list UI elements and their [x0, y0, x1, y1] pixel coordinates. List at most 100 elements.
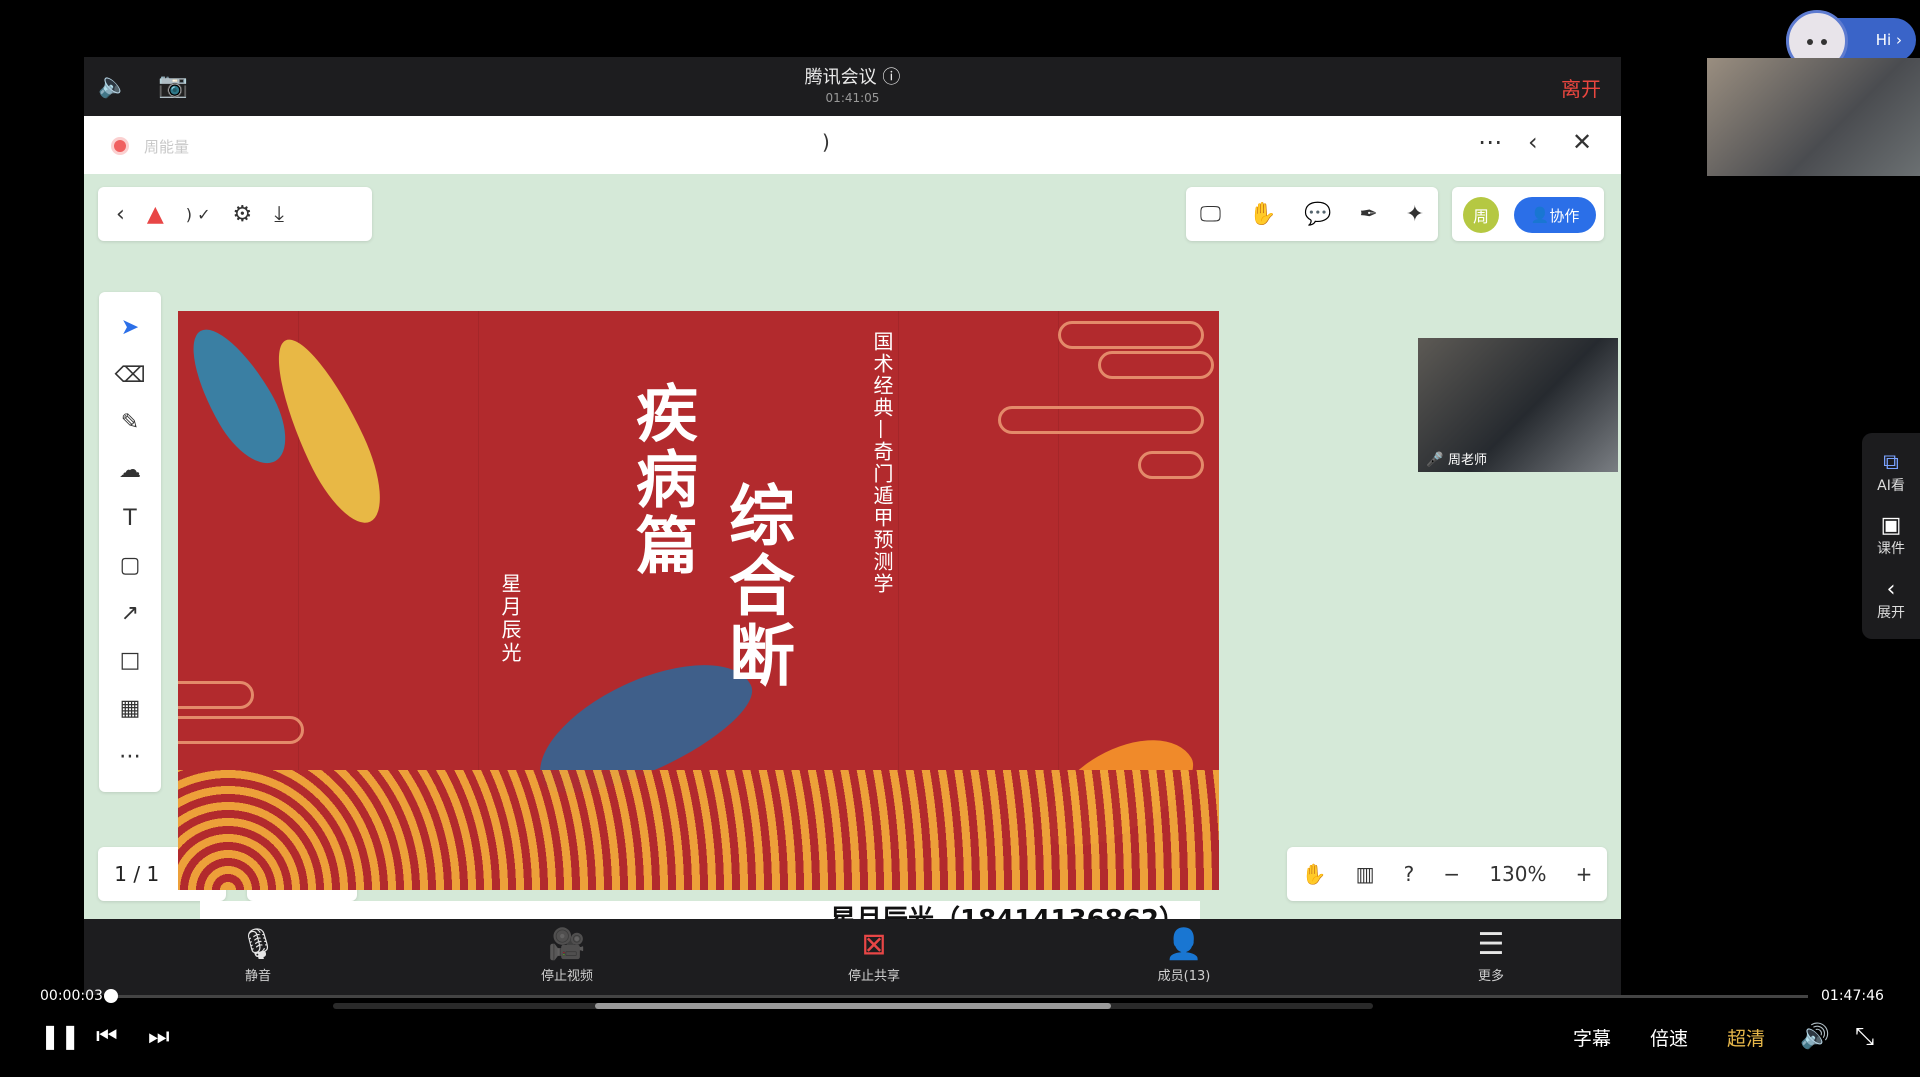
zoom-level: 130% — [1489, 862, 1547, 886]
mute-button[interactable]: 🎙 静音 — [198, 925, 318, 984]
chevron-left-icon[interactable]: ‹ — [1528, 128, 1538, 156]
arrow-tool-icon[interactable]: ↗ — [121, 601, 139, 626]
present-icon[interactable]: 🖵 — [1200, 202, 1221, 227]
current-time: 00:00:03 — [40, 988, 103, 1004]
self-camera-preview[interactable] — [1707, 58, 1920, 176]
speed-button[interactable]: 倍速 — [1650, 1024, 1688, 1051]
zoom-controls: ✋ ▥ ? − 130% + — [1287, 847, 1607, 901]
meeting-window: 🔈 📷 腾讯会议 ⓘ 01:41:05 离开 周能量 ) ⋯ ‹ ✕ ‹ ▲ )… — [84, 57, 1621, 995]
slide-main-title-1: 疾病篇 — [625, 381, 698, 579]
pause-icon[interactable]: ❚❚ — [40, 1022, 80, 1050]
eraser-icon[interactable]: ⌫ — [114, 363, 145, 388]
help-icon[interactable]: ? — [1404, 862, 1415, 886]
presentation-slide: 疾病篇 综合断 国术经典—奇门遁甲预测学 星月辰光 — [178, 311, 1219, 890]
zoom-out-icon[interactable]: − — [1443, 862, 1460, 886]
close-icon[interactable]: ✕ — [1572, 128, 1592, 156]
courseware-icon: ▣ — [1880, 513, 1902, 539]
left-toolbar: ➤ ⌫ ✎ ☁ T ▢ ↗ □ ▦ ⋯ — [99, 292, 161, 792]
recording-dot-icon — [114, 140, 126, 152]
expand-button[interactable]: ‹ 展开 — [1877, 577, 1905, 622]
progress-handle[interactable] — [104, 989, 118, 1003]
top-right-toolbar: 🖵 ✋ 💬 ✒ ✦ — [1186, 187, 1438, 241]
settings-gear-icon[interactable]: ⚙ — [232, 202, 252, 227]
decorative-cloud-arc — [178, 681, 254, 709]
speaker-video-tile[interactable]: 🎤 周老师 — [1418, 338, 1618, 472]
plugin-icon[interactable]: ✦ — [1406, 202, 1424, 227]
hand-raise-icon[interactable]: ✋ — [1249, 202, 1276, 227]
mute-button-label: 静音 — [244, 969, 271, 984]
blue-koi-image — [178, 316, 302, 476]
collaborate-button[interactable]: 👤 协作 — [1514, 197, 1596, 233]
back-icon[interactable]: ‹ — [116, 202, 125, 227]
partial-slide-text: 星月辰光（18414136862） — [830, 901, 1185, 919]
meeting-top-bar: 🔈 📷 腾讯会议 ⓘ 01:41:05 离开 — [84, 57, 1621, 116]
app-logo-icon: ▲ — [146, 201, 164, 227]
comment-icon[interactable]: 💬 — [1304, 202, 1331, 227]
expand-label: 展开 — [1877, 604, 1905, 621]
slide-subtitle-1: 国术经典—奇门遁甲预测学 — [870, 331, 894, 595]
meeting-elapsed-time: 01:41:05 — [825, 91, 880, 105]
progress-bar[interactable] — [111, 995, 1808, 998]
document-center-text: ) — [822, 130, 830, 154]
collaboration-card: 周 👤 协作 — [1452, 187, 1604, 241]
decorative-cloud-arc — [178, 716, 304, 744]
stop-video-label: 停止视频 — [540, 969, 593, 984]
hi-badge-label: Hi › — [1875, 31, 1902, 49]
upload-cloud-icon[interactable]: ☁ — [119, 458, 141, 483]
collaborate-button-label: 协作 — [1549, 206, 1580, 225]
page-indicator[interactable]: 1 / 1 — [114, 862, 159, 886]
slide-main-title-2: 综合断 — [718, 481, 795, 691]
download-icon[interactable]: ⤓ — [274, 202, 284, 227]
leave-button[interactable]: 离开 — [1561, 73, 1601, 102]
pencil-icon[interactable]: ✎ — [121, 410, 139, 435]
meeting-title: 腾讯会议 ⓘ — [804, 67, 901, 88]
more-menu-icon: ☰ — [1477, 927, 1505, 962]
pen-sign-icon[interactable]: ✒ — [1359, 202, 1377, 227]
whiteboard-canvas[interactable]: ‹ ▲ ) ✓ ⚙ ⤓ 🖵 ✋ 💬 ✒ ✦ 周 👤 协作 ➤ ⌫ ✎ ☁ T ▢ — [84, 174, 1621, 919]
document-tab-name[interactable]: 周能量 — [144, 136, 189, 157]
more-tools-icon[interactable]: ⋯ — [119, 744, 141, 769]
volume-icon[interactable]: 🔊 — [1800, 1022, 1830, 1050]
exit-fullscreen-icon[interactable]: ⤡ — [1855, 1022, 1874, 1050]
collaborator-avatar[interactable]: 周 — [1463, 197, 1499, 233]
members-button[interactable]: 👤 成员(13) — [1124, 925, 1244, 984]
right-floating-panel: ⧉ AI看 ▣ 课件 ‹ 展开 — [1862, 433, 1920, 639]
more-options-icon[interactable]: ⋯ — [1478, 128, 1502, 156]
thumbnail-strip-thumb[interactable] — [595, 1003, 1111, 1009]
decorative-waves — [178, 770, 1219, 890]
rectangle-tool-icon[interactable]: □ — [120, 648, 141, 673]
courseware-button[interactable]: ▣ 课件 — [1877, 513, 1905, 558]
map-icon[interactable]: ▥ — [1356, 862, 1375, 886]
next-icon[interactable]: ⏭ — [148, 1022, 170, 1050]
template-icon[interactable]: ▦ — [120, 696, 141, 721]
hand-pan-icon[interactable]: ✋ — [1302, 862, 1327, 886]
microphone-icon: 🎤 — [1426, 452, 1444, 468]
next-slide-peek: 星月辰光（18414136862） — [200, 901, 1200, 919]
courseware-label: 课件 — [1877, 541, 1905, 558]
speaker-name: 周老师 — [1448, 453, 1488, 468]
previous-icon[interactable]: ⏮ — [96, 1022, 118, 1050]
hi-badge[interactable]: Hi › — [1786, 10, 1916, 72]
subtitle-button[interactable]: 字幕 — [1573, 1024, 1611, 1051]
more-button[interactable]: ☰ 更多 — [1431, 925, 1551, 984]
total-time: 01:47:46 — [1821, 988, 1884, 1004]
quality-button[interactable]: 超清 — [1727, 1024, 1765, 1051]
more-label: 更多 — [1477, 969, 1504, 984]
stop-video-button[interactable]: 🎥 停止视频 — [507, 925, 627, 984]
select-pointer-icon[interactable]: ➤ — [121, 315, 139, 340]
decorative-cloud-arc — [1098, 351, 1214, 379]
sync-status-icon: ) ✓ — [185, 204, 211, 224]
text-tool-icon[interactable]: T — [123, 506, 136, 531]
ai-watch-label: AI看 — [1877, 478, 1905, 495]
ai-icon: ⧉ — [1883, 450, 1899, 476]
sticky-note-icon[interactable]: ▢ — [120, 553, 141, 578]
decorative-cloud-arc — [1138, 451, 1204, 479]
decorative-cloud-arc — [1058, 321, 1204, 349]
zoom-in-icon[interactable]: + — [1576, 862, 1593, 886]
thumbnail-strip[interactable] — [333, 1003, 1373, 1009]
stop-share-button[interactable]: ⊠ 停止共享 — [814, 925, 934, 984]
members-icon: 👤 — [1165, 927, 1203, 962]
decorative-cloud-arc — [998, 406, 1204, 434]
stop-share-label: 停止共享 — [847, 969, 900, 984]
ai-watch-button[interactable]: ⧉ AI看 — [1877, 450, 1905, 495]
